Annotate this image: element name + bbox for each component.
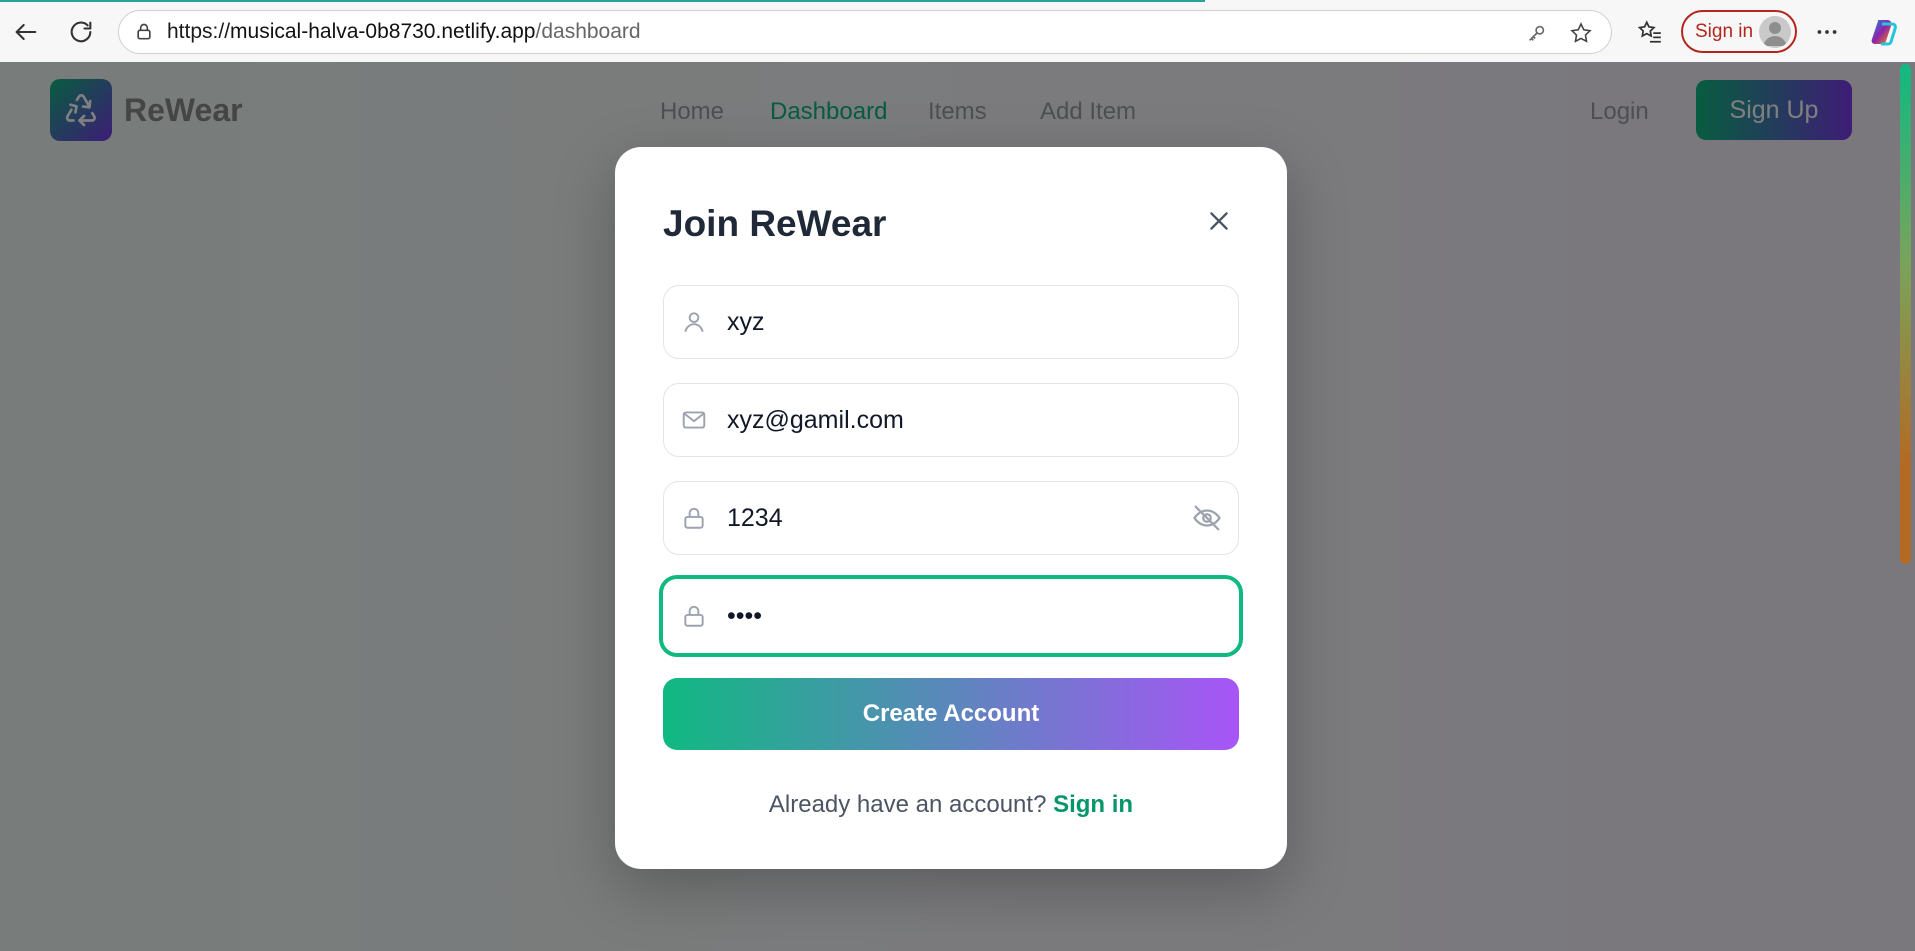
close-button[interactable] xyxy=(1195,197,1243,245)
signin-link[interactable]: Sign in xyxy=(1053,791,1133,818)
lock-icon xyxy=(681,505,707,531)
password-value: 1234 xyxy=(727,503,783,532)
favorite-button[interactable] xyxy=(1567,19,1595,47)
key-icon xyxy=(1529,25,1545,41)
user-icon xyxy=(681,309,707,335)
signup-modal: Join ReWear xyz xyz@gamil.com 1234 •••• … xyxy=(615,147,1287,869)
signin-prompt-text: Already have an account? xyxy=(768,791,1047,818)
mail-icon xyxy=(681,407,707,433)
close-icon xyxy=(1210,212,1228,230)
more-horizontal-icon xyxy=(1817,30,1837,34)
password-key-button[interactable] xyxy=(1523,19,1551,47)
name-field[interactable]: xyz xyxy=(663,285,1239,359)
site-info-button[interactable] xyxy=(131,19,157,45)
copilot-icon xyxy=(1871,20,1897,46)
browser-signin-button[interactable]: Sign in xyxy=(1681,10,1797,53)
create-account-button[interactable]: Create Account xyxy=(663,678,1239,750)
confirm-password-value: •••• xyxy=(727,601,763,630)
modal-title: Join ReWear xyxy=(663,203,887,244)
scrollbar-thumb[interactable] xyxy=(1900,64,1911,564)
email-field[interactable]: xyz@gamil.com xyxy=(663,383,1239,457)
address-bar[interactable]: https://musical-halva-0b8730.netlify.app… xyxy=(118,10,1612,54)
reload-icon xyxy=(70,21,92,43)
favorites-button[interactable] xyxy=(1632,14,1668,50)
name-value: xyz xyxy=(727,307,765,336)
profile-avatar xyxy=(1759,16,1791,48)
favorites-list-icon xyxy=(1637,20,1661,43)
toggle-password-visibility[interactable] xyxy=(1192,503,1222,533)
person-icon xyxy=(1763,22,1787,46)
lock-icon xyxy=(681,603,707,629)
page-load-progress xyxy=(0,0,1205,2)
browser-toolbar: https://musical-halva-0b8730.netlify.app… xyxy=(0,0,1915,63)
email-value: xyz@gamil.com xyxy=(727,405,904,434)
password-field[interactable]: 1234 xyxy=(663,481,1239,555)
more-menu-button[interactable] xyxy=(1809,14,1845,50)
copilot-button[interactable] xyxy=(1866,14,1902,50)
confirm-password-field[interactable]: •••• xyxy=(659,575,1243,657)
star-icon xyxy=(1570,22,1592,43)
arrow-left-icon xyxy=(15,23,37,41)
signin-prompt: Already have an account? Sign in xyxy=(615,791,1287,819)
back-button[interactable] xyxy=(6,12,46,52)
lock-icon xyxy=(137,23,151,40)
url-text: https://musical-halva-0b8730.netlify.app… xyxy=(167,20,641,43)
eye-off-icon xyxy=(1193,505,1221,531)
reload-button[interactable] xyxy=(61,12,101,52)
